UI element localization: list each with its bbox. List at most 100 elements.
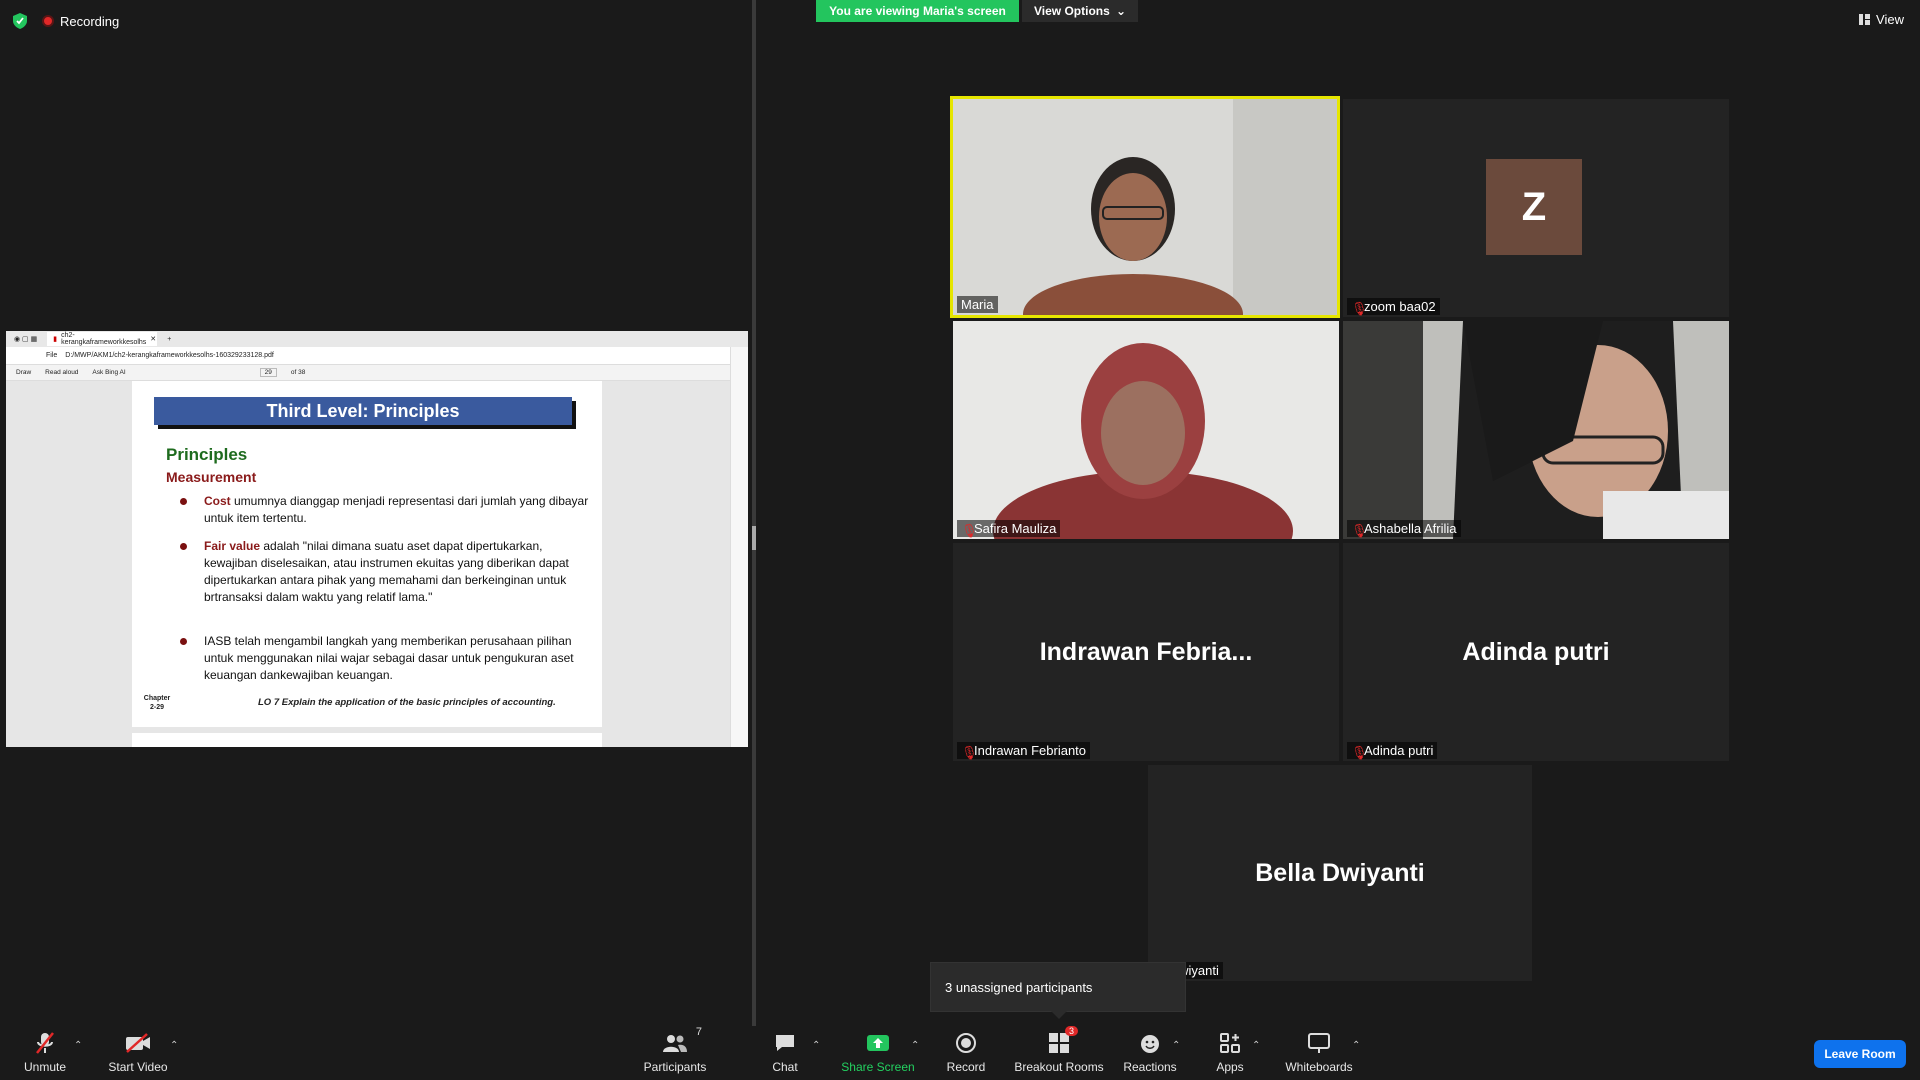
chevron-up-icon[interactable]: ⌃ bbox=[1352, 1040, 1360, 1051]
avatar: Z bbox=[1486, 159, 1582, 255]
chapter-number: 2-29 bbox=[149, 704, 164, 711]
participant-name: Indrawan Febrianto bbox=[974, 743, 1087, 758]
participant-video bbox=[953, 99, 1337, 315]
browser-tab-title: ch2-kerangkaframeworkkesolhs bbox=[61, 332, 147, 346]
mic-muted-icon: 🎙 bbox=[1351, 744, 1368, 760]
participants-icon: 7 bbox=[662, 1026, 702, 1056]
tile-indrawan-febrianto[interactable]: Indrawan Febria... 🎙 Indrawan Febrianto bbox=[953, 543, 1339, 761]
browser-tab-bar: ◉ ▢ ▦ ▮ ch2-kerangkaframeworkkesolhs ✕ + bbox=[6, 331, 748, 347]
chevron-up-icon[interactable]: ⌃ bbox=[1172, 1040, 1180, 1051]
chat-label: Chat bbox=[772, 1060, 798, 1074]
record-dot-icon bbox=[42, 15, 54, 27]
grid-view-icon bbox=[1859, 14, 1871, 25]
mic-muted-icon: 🎙 bbox=[961, 744, 978, 760]
chevron-up-icon[interactable]: ⌃ bbox=[812, 1040, 820, 1051]
close-tab-icon[interactable]: ✕ bbox=[150, 335, 156, 343]
reactions-label: Reactions bbox=[1123, 1060, 1177, 1074]
participant-name-tag: 🎙 zoom baa02 bbox=[1347, 298, 1440, 316]
whiteboards-button[interactable]: Whiteboards bbox=[1284, 1026, 1354, 1080]
address-text: D:/MWP/AKM1/ch2-kerangkaframeworkkesolhs… bbox=[65, 352, 274, 359]
browser-address-bar[interactable]: File D:/MWP/AKM1/ch2-kerangkaframeworkke… bbox=[6, 347, 748, 365]
participant-display-name: Bella Dwiyanti bbox=[1255, 858, 1425, 887]
draw-button[interactable]: Draw bbox=[16, 369, 31, 376]
recording-indicator[interactable]: Recording bbox=[42, 14, 119, 29]
view-options-button[interactable]: View Options ⌄ bbox=[1022, 0, 1138, 22]
participant-display-name: Adinda putri bbox=[1462, 637, 1610, 666]
slide-bullet-iasb: IASB telah mengambil langkah yang member… bbox=[180, 633, 590, 684]
shared-screen: ◉ ▢ ▦ ▮ ch2-kerangkaframeworkkesolhs ✕ +… bbox=[6, 331, 748, 747]
tile-zoom-baa02[interactable]: Z 🎙 zoom baa02 bbox=[1343, 99, 1729, 317]
chapter-label: Chapter 2-29 bbox=[142, 694, 172, 712]
top-left-status: Recording bbox=[12, 12, 119, 30]
chat-button[interactable]: Chat bbox=[768, 1026, 802, 1080]
chevron-up-icon[interactable]: ⌃ bbox=[74, 1040, 82, 1051]
shield-icon[interactable] bbox=[12, 12, 28, 30]
record-button[interactable]: Record bbox=[944, 1026, 988, 1080]
read-aloud-button[interactable]: Read aloud bbox=[45, 369, 78, 376]
viewing-banner: You are viewing Maria's screen bbox=[816, 0, 1019, 22]
participant-name-tag: 🎙 Safira Mauliza bbox=[957, 520, 1061, 538]
leave-room-button[interactable]: Leave Room bbox=[1814, 1040, 1906, 1068]
tile-adinda-putri[interactable]: Adinda putri 🎙 Adinda putri bbox=[1343, 543, 1729, 761]
unmute-button[interactable]: Unmute bbox=[22, 1026, 68, 1080]
recording-label: Recording bbox=[60, 13, 120, 29]
mic-off-icon bbox=[32, 1030, 58, 1056]
browser-sidebar[interactable] bbox=[730, 347, 748, 747]
reactions-button[interactable]: Reactions bbox=[1123, 1026, 1177, 1080]
share-screen-button[interactable]: Share Screen bbox=[840, 1026, 916, 1080]
participants-label: Participants bbox=[643, 1060, 707, 1074]
record-label: Record bbox=[946, 1060, 986, 1074]
participant-name-tag: 🎙 Indrawan Febrianto bbox=[957, 742, 1091, 760]
participant-name-tag: Maria bbox=[957, 296, 998, 313]
pdf-page: Third Level: Principles Principles Measu… bbox=[132, 381, 602, 727]
page-number-input[interactable]: 29 bbox=[259, 368, 277, 377]
participant-name: Maria bbox=[961, 297, 994, 312]
browser-tab[interactable]: ▮ ch2-kerangkaframeworkkesolhs ✕ bbox=[47, 332, 158, 346]
bullet-text: IASB telah mengambil langkah yang member… bbox=[204, 634, 574, 682]
pdf-next-page bbox=[132, 733, 602, 747]
ask-ai-button[interactable]: Ask Bing AI bbox=[92, 369, 125, 376]
meeting-toolbar: Unmute ⌃ Start Video ⌃ 7 Participants Ch… bbox=[0, 1026, 1920, 1080]
chat-icon bbox=[772, 1030, 798, 1056]
tile-maria[interactable]: Maria bbox=[950, 96, 1340, 318]
participant-video bbox=[953, 321, 1339, 539]
divider-handle[interactable] bbox=[752, 526, 756, 550]
participant-name-tag: 🎙 Adinda putri bbox=[1347, 742, 1438, 760]
pdf-icon: ▮ bbox=[53, 336, 58, 343]
slide-subheading: Measurement bbox=[166, 469, 257, 485]
participants-button[interactable]: 7 Participants bbox=[640, 1026, 710, 1080]
bullet-keyword: Fair value bbox=[204, 539, 261, 553]
split-divider[interactable] bbox=[752, 0, 756, 1026]
participant-name-tag: 🎙 Ashabella Afrilia bbox=[1347, 520, 1461, 538]
tile-safira-mauliza[interactable]: 🎙 Safira Mauliza bbox=[953, 321, 1339, 539]
breakout-rooms-icon: 3 bbox=[1046, 1026, 1078, 1056]
view-button[interactable]: View bbox=[1859, 12, 1904, 27]
view-label: View bbox=[1876, 12, 1904, 27]
participant-display-name: Indrawan Febria... bbox=[1039, 637, 1253, 666]
browser-menu-icon[interactable]: ◉ ▢ ▦ bbox=[14, 335, 37, 343]
participant-name: Adinda putri bbox=[1364, 743, 1434, 758]
pdf-viewport[interactable]: Third Level: Principles Principles Measu… bbox=[6, 381, 730, 747]
share-screen-label: Share Screen bbox=[841, 1060, 915, 1074]
chevron-up-icon[interactable]: ⌃ bbox=[911, 1040, 919, 1051]
start-video-label: Start Video bbox=[108, 1060, 168, 1074]
new-tab-icon[interactable]: + bbox=[167, 336, 171, 343]
chapter-text: Chapter bbox=[143, 695, 171, 702]
participant-video bbox=[1343, 321, 1729, 539]
video-off-icon bbox=[125, 1030, 151, 1056]
breakout-badge: 3 bbox=[1064, 1026, 1078, 1036]
chevron-up-icon[interactable]: ⌃ bbox=[1252, 1040, 1260, 1051]
participant-name: Safira Mauliza bbox=[974, 521, 1057, 536]
start-video-button[interactable]: Start Video bbox=[108, 1026, 168, 1080]
apps-icon bbox=[1217, 1030, 1243, 1056]
bullet-text: umumnya dianggap menjadi representasi da… bbox=[204, 494, 589, 525]
chevron-down-icon: ⌄ bbox=[1115, 4, 1126, 18]
tile-ashabella-afrilia[interactable]: 🎙 Ashabella Afrilia bbox=[1343, 321, 1729, 539]
slide-bullet-cost: Cost umumnya dianggap menjadi representa… bbox=[180, 493, 590, 527]
chevron-up-icon[interactable]: ⌃ bbox=[170, 1040, 178, 1051]
breakout-rooms-button[interactable]: 3 Breakout Rooms bbox=[1012, 1026, 1106, 1080]
participants-count: 7 bbox=[695, 1026, 702, 1038]
smiley-icon bbox=[1137, 1030, 1163, 1056]
tile-bella-dwiyanti[interactable]: Bella Dwiyanti la Dwiyanti bbox=[1148, 765, 1532, 981]
apps-button[interactable]: Apps bbox=[1214, 1026, 1246, 1080]
